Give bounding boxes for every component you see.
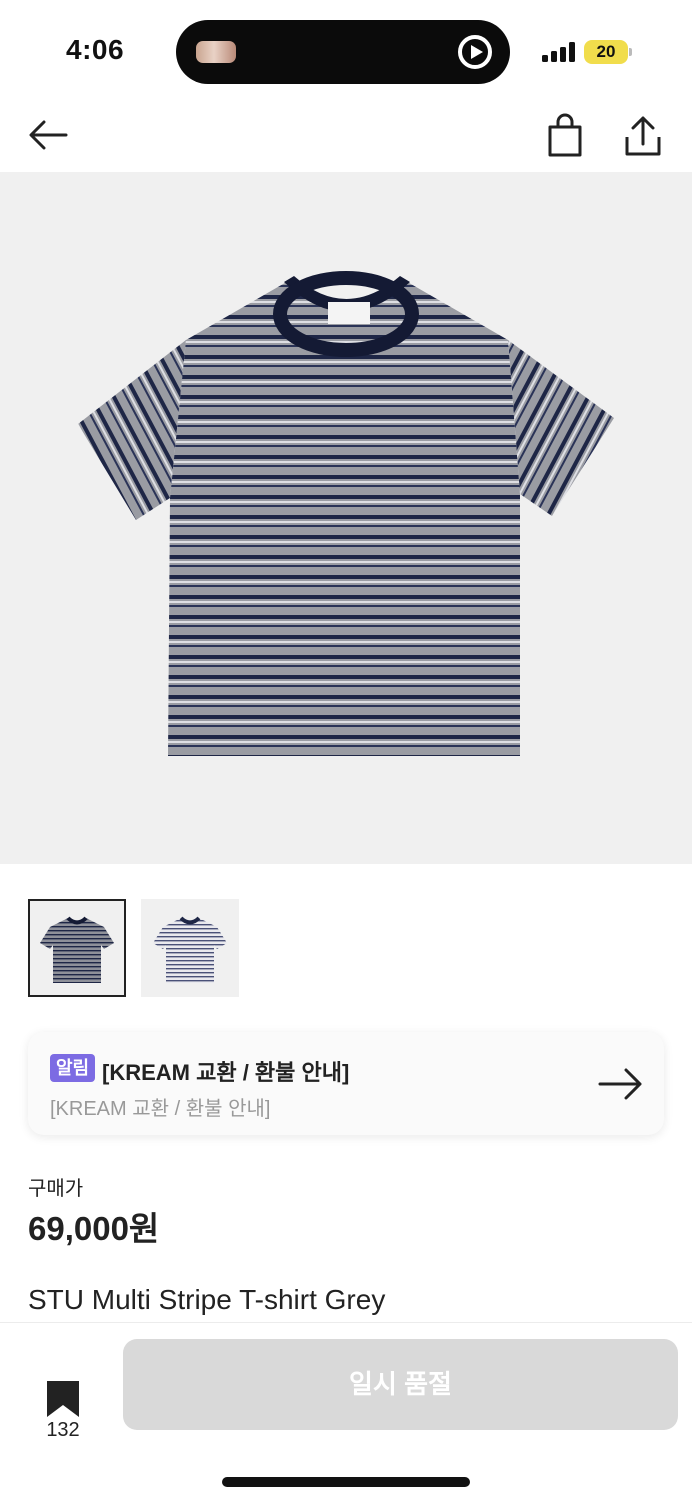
notice-card[interactable]: 알림 [KREAM 교환 / 환불 안내] [KREAM 교환 / 환불 안내] (28, 1032, 664, 1135)
status-time: 4:06 (66, 34, 125, 65)
notice-title: [KREAM 교환 / 환불 안내] (102, 1060, 350, 1085)
thumbnail-white[interactable] (141, 899, 239, 997)
arrow-right-icon (598, 1068, 642, 1100)
shopping-bag-icon (548, 113, 582, 157)
home-indicator[interactable] (222, 1477, 470, 1487)
dynamic-island[interactable] (176, 20, 510, 84)
share-icon (625, 116, 661, 156)
signal-icon (542, 42, 576, 62)
back-button[interactable] (24, 110, 74, 160)
product-name: STU Multi Stripe T-shirt Grey (28, 1284, 386, 1315)
price-label: 구매가 (28, 1178, 84, 1200)
thumbnail-grey[interactable] (28, 899, 126, 997)
tshirt-image (78, 271, 614, 756)
tshirt-thumbnail-icon (153, 916, 227, 983)
battery-tip (629, 48, 632, 56)
tshirt-thumbnail-icon (40, 916, 114, 983)
notice-badge: 알림 (50, 1054, 96, 1082)
arrow-left-icon (29, 120, 68, 150)
share-button[interactable] (618, 110, 668, 160)
price-value: 69,000원 (28, 1210, 160, 1247)
bookmark-button[interactable]: 132 (40, 1351, 86, 1441)
top-nav (0, 100, 692, 172)
play-icon[interactable] (458, 35, 492, 69)
status-bar: 4:06 20 (0, 0, 692, 100)
battery-level: 20 (596, 42, 616, 61)
product-image[interactable] (0, 172, 692, 864)
shopping-bag-button[interactable] (540, 110, 590, 160)
media-thumbnail (196, 41, 236, 63)
notice-subtitle: [KREAM 교환 / 환불 안내] (50, 1098, 271, 1120)
soldout-button[interactable]: 일시 품절 (123, 1339, 678, 1430)
bookmark-icon (47, 1381, 79, 1417)
battery-icon: 20 (584, 40, 628, 64)
bottom-action-bar: 132 일시 품절 (0, 1322, 692, 1500)
bookmark-count: 132 (46, 1419, 80, 1441)
